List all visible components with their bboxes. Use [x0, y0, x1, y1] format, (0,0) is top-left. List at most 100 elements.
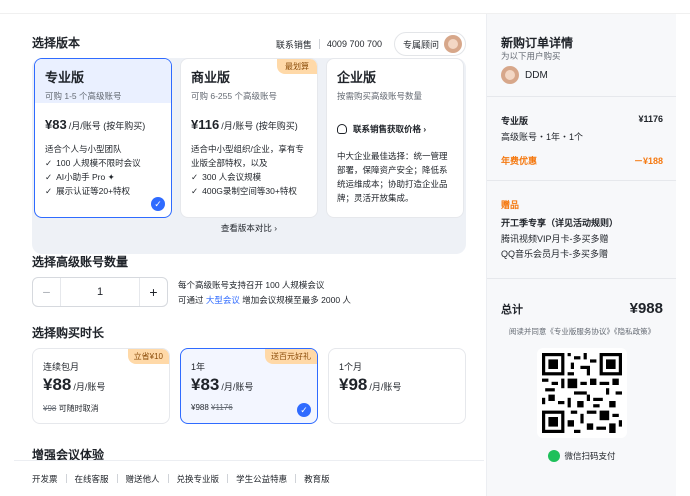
divider	[295, 474, 297, 483]
note-line: 每个高级账号支持召开 100 人规模会议	[178, 280, 325, 290]
plan-card-professional[interactable]: 专业版 可购 1-5 个高级账号 ¥83/月/账号 (按年购买) 适合个人与小型…	[34, 58, 172, 218]
check-icon: ✓	[45, 172, 53, 182]
order-user: DDM	[501, 66, 548, 84]
footer-link-student[interactable]: 学生公益特惠	[236, 473, 287, 485]
advisor-button[interactable]: 专属顾问	[393, 32, 466, 56]
plan-header: 专业版 可购 1-5 个高级账号	[35, 59, 171, 103]
duration-name: 连续包月	[43, 362, 80, 372]
advisor-avatar	[444, 35, 462, 53]
item-price: ¥1176	[638, 114, 663, 124]
window-top-edge	[0, 0, 690, 14]
selected-check-icon: ✓	[297, 403, 311, 417]
accounts-note: 每个高级账号支持召开 100 人规模会议 可通过 大型会议 增加会议规模至最多 …	[178, 278, 351, 308]
check-icon: ✓	[191, 172, 199, 182]
feature-item: ✓ 展示认证等20+特权	[45, 186, 131, 196]
plan-card-enterprise[interactable]: 企业版 按需购买高级账号数量 联系销售获取价格 › 中大企业最佳选择：统一管理部…	[326, 58, 464, 218]
plan-description: 中大企业最佳选择：统一管理部署，保障资产安全；降低系统运维成本；协助打造企业品牌…	[337, 151, 448, 203]
duration-name: 1个月	[339, 362, 363, 372]
gift-item: QQ音乐会员月卡-多买多赠	[501, 249, 608, 259]
duration-price: ¥83/月/账号	[191, 375, 254, 394]
order-subtitle: 为以下用户购买	[501, 51, 561, 61]
discount-value: －¥188	[633, 156, 663, 166]
footer-link-redeem[interactable]: 兑换专业版	[177, 473, 220, 485]
footer-links: 开发票 在线客服 赠送他人 兑换专业版 学生公益特惠 教育版	[14, 460, 484, 496]
compare-versions-link[interactable]: 查看版本对比 ›	[32, 222, 466, 234]
section-title-duration: 选择购买时长	[32, 326, 105, 340]
total-value: ¥988	[629, 300, 663, 317]
advisor-label: 专属顾问	[402, 39, 439, 50]
order-title: 新购订单详情	[501, 36, 574, 50]
plan-description: 适合中小型组织/企业，享有专业版全部特权，以及 ✓ 300 人会议规模 ✓ 400G…	[181, 132, 317, 198]
wechat-icon	[548, 450, 561, 462]
price-unit: /月/账号 (按年购买)	[221, 121, 298, 131]
footer-link-gift[interactable]: 赠送他人	[126, 473, 160, 485]
duration-price: ¥98/月/账号	[339, 375, 402, 394]
footer-link-invoice[interactable]: 开发票	[32, 473, 58, 485]
decrement-button[interactable]: −	[33, 278, 61, 306]
note-line: 可通过 大型会议 增加会议规模至最多 2000 人	[178, 295, 351, 305]
section-title-enhance: 增强会议体验	[32, 448, 105, 460]
section-title-version: 选择版本	[32, 36, 81, 50]
footer-link-education[interactable]: 教育版	[304, 473, 330, 485]
divider	[487, 96, 677, 97]
user-name: DDM	[525, 69, 548, 81]
main-panel: 选择版本 联系销售 4009 700 700 专属顾问 专业版 可购 1-5 个…	[14, 14, 484, 496]
section-title-accounts: 选择高级账号数量	[32, 255, 129, 269]
duration-option-monthly[interactable]: 立省¥10 连续包月 ¥88/月/账号 ¥98 可随时取消	[32, 348, 170, 424]
payment-qr-code	[537, 348, 627, 438]
duration-option-1-month[interactable]: 1个月 ¥98/月/账号	[328, 348, 466, 424]
agreement-link[interactable]: 阅读并同意《专业版服务协议》《隐私政策》	[487, 326, 677, 337]
divider	[167, 474, 169, 483]
price-value: ¥116	[191, 117, 220, 132]
total-row: 总计 ¥988	[501, 300, 663, 317]
total-label: 总计	[501, 303, 523, 316]
best-value-badge: 最划算	[277, 59, 317, 74]
footer-link-support[interactable]: 在线客服	[75, 473, 109, 485]
gift-badge: 送百元好礼	[265, 349, 317, 364]
selected-check-icon: ✓	[151, 197, 165, 211]
quantity-value[interactable]: 1	[61, 286, 139, 298]
order-item-row: 专业版 ¥1176	[501, 114, 663, 127]
plan-description: 适合个人与小型团队 ✓ 100 人规模不限时会议 ✓ AI小助手 Pro ✦ ✓ 展示…	[35, 132, 171, 198]
duration-foot: ¥988 ¥1176	[191, 403, 233, 412]
contact-sales-link[interactable]: 联系销售获取价格 ›	[327, 103, 463, 135]
plan-subtitle: 可购 1-5 个高级账号	[45, 91, 122, 101]
price-value: ¥83	[45, 117, 67, 132]
price-unit: /月/账号 (按年购买)	[68, 121, 146, 131]
gift-headline[interactable]: 开工季专享（详见活动规则）	[501, 216, 663, 229]
divider	[487, 180, 677, 181]
sales-label[interactable]: 联系销售	[276, 38, 312, 51]
large-meeting-link[interactable]: 大型会议	[206, 295, 240, 305]
feature-item: ✓ 100 人规模不限时会议	[45, 158, 141, 168]
plan-price: ¥83/月/账号 (按年购买)	[35, 103, 171, 132]
increment-button[interactable]: +	[139, 278, 167, 306]
check-icon: ✓	[191, 186, 199, 196]
plan-subtitle: 可购 6-255 个高级账号	[191, 91, 277, 101]
plan-header: 企业版 按需购买高级账号数量	[327, 59, 463, 103]
purchase-window: 选择版本 联系销售 4009 700 700 专属顾问 专业版 可购 1-5 个…	[0, 0, 690, 496]
divider	[116, 474, 118, 483]
wechat-pay-label: 微信扫码支付	[487, 450, 677, 462]
qr-code-icon	[542, 353, 622, 433]
order-item-detail: 高级账号・1年・1个	[501, 132, 584, 142]
duration-option-1-year[interactable]: 送百元好礼 1年 ¥83/月/账号 ¥988 ¥1176 ✓	[180, 348, 318, 424]
item-name: 专业版	[501, 116, 529, 126]
gift-item: 腾讯视频VIP月卡-多买多赠	[501, 234, 609, 244]
check-icon: ✓	[45, 186, 53, 196]
divider	[318, 39, 320, 49]
window-right-edge	[676, 14, 690, 496]
plan-card-business[interactable]: 最划算 商业版 可购 6-255 个高级账号 ¥116/月/账号 (按年购买) …	[180, 58, 318, 218]
order-summary-panel: 新购订单详情 为以下用户购买 DDM 专业版 ¥1176 高级账号・1年・1个 …	[486, 14, 677, 496]
plan-subtitle: 按需购买高级账号数量	[337, 91, 423, 101]
sales-phone[interactable]: 4009 700 700	[327, 39, 382, 49]
save-badge: 立省¥10	[127, 349, 169, 364]
user-avatar	[501, 66, 519, 84]
discount-row: 年费优惠 －¥188	[501, 154, 663, 167]
divider	[65, 474, 67, 483]
duration-price: ¥88/月/账号	[43, 375, 106, 394]
divider	[487, 278, 677, 279]
gift-title: 赠品	[501, 200, 520, 210]
plan-intro: 适合个人与小型团队	[45, 144, 122, 154]
discount-label: 年费优惠	[501, 156, 538, 166]
feature-item: ✓ AI小助手 Pro ✦	[45, 172, 115, 182]
